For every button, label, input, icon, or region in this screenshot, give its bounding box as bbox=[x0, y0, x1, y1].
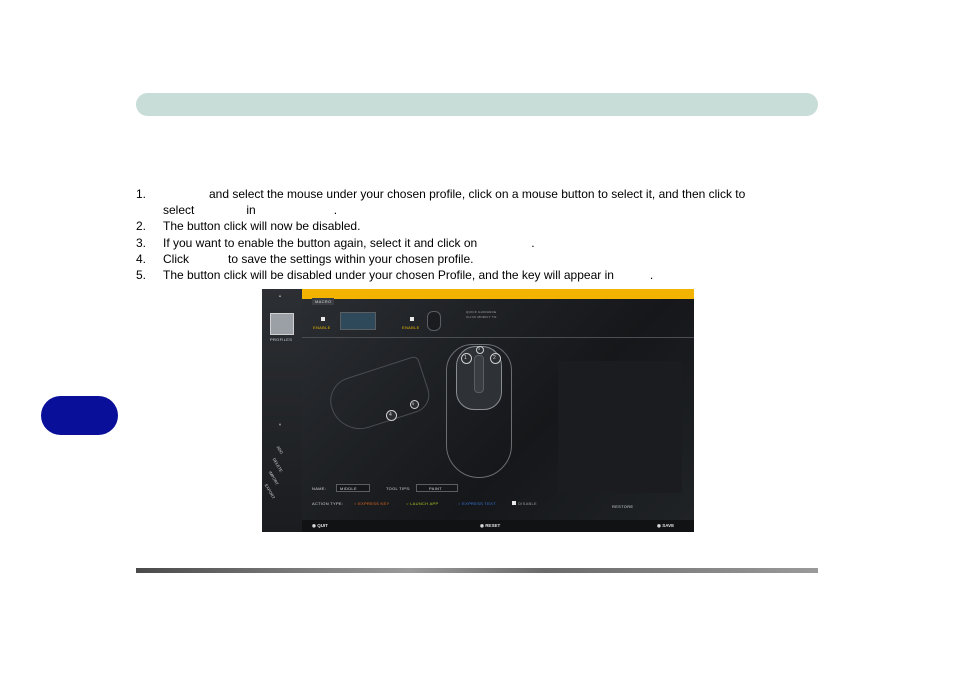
scroll-down-icon[interactable]: ▼ bbox=[278, 422, 282, 427]
footer-rule bbox=[136, 568, 818, 573]
scroll-up-icon[interactable]: ▲ bbox=[278, 293, 282, 298]
guide-text: CLICK MODIFY TO bbox=[466, 315, 497, 319]
mouse-button-5-number: 5 bbox=[412, 401, 415, 406]
mouse-button-1-number: 1 bbox=[464, 355, 468, 361]
save-button[interactable]: ◉ SAVE bbox=[657, 523, 674, 529]
keyboard-device-icon[interactable] bbox=[340, 312, 376, 330]
name-input[interactable]: MIDDLE bbox=[336, 484, 370, 492]
menu-add[interactable]: ADD bbox=[276, 445, 285, 455]
save-label: SAVE bbox=[662, 523, 675, 528]
mouse-button-2-number: 2 bbox=[493, 355, 497, 361]
step-3: 3. If you want to enable the button agai… bbox=[136, 235, 816, 251]
scroll-wheel[interactable] bbox=[474, 355, 484, 393]
action-express-text-label: EXPRESS TEXT bbox=[462, 501, 496, 506]
step-text: . bbox=[333, 203, 338, 218]
action-express-text-option[interactable]: ○ EXPRESS TEXT bbox=[458, 501, 496, 506]
main-panel: MACRO ENABLE ENABLE QUICK GUIDANCE CLICK… bbox=[302, 298, 694, 520]
mouse-button-3-number: 3 bbox=[478, 347, 481, 351]
tooltip-label: TOOL TIPS: bbox=[386, 486, 411, 491]
chapter-tab bbox=[41, 396, 118, 435]
action-launch-app-label: LAUNCH APP bbox=[410, 501, 439, 506]
step-5: 5. The button click will be disabled und… bbox=[136, 267, 816, 283]
profile-sidebar: ▲ PROFILES ▼ ADD DELETE IMPORT EXPORT bbox=[262, 289, 302, 532]
step-text: Click bbox=[163, 251, 189, 266]
step-text: to save the settings within your chosen … bbox=[228, 251, 474, 266]
action-preview-panel bbox=[558, 361, 682, 493]
step-text: The button click will be disabled under … bbox=[163, 268, 614, 283]
step-text: select bbox=[163, 203, 195, 218]
step-number: 3. bbox=[136, 235, 147, 250]
step-number: 2. bbox=[136, 219, 147, 234]
reset-label: RESET bbox=[485, 523, 501, 528]
mouse-button-4-number: 4 bbox=[389, 412, 393, 418]
quit-button[interactable]: ◉ QUIT bbox=[312, 523, 328, 529]
profile-avatar-icon[interactable] bbox=[270, 313, 294, 335]
name-value: MIDDLE bbox=[340, 486, 357, 491]
step-number: 5. bbox=[136, 268, 147, 283]
enable-checkbox-2[interactable] bbox=[410, 317, 414, 321]
tooltip-value: PAINT bbox=[429, 486, 442, 491]
step-text: in bbox=[246, 203, 256, 218]
step-2: 2. The button click will now be disabled… bbox=[136, 218, 816, 234]
mouse-side-illustration bbox=[324, 355, 434, 437]
enable-checkbox-1[interactable] bbox=[321, 317, 325, 321]
step-number: 4. bbox=[136, 251, 147, 266]
tab-macro[interactable]: MACRO bbox=[312, 298, 335, 305]
name-label: NAME: bbox=[312, 486, 327, 491]
quit-label: QUIT bbox=[317, 523, 328, 528]
tooltip-input[interactable]: PAINT bbox=[416, 484, 458, 492]
action-launch-app-option[interactable]: ○ LAUNCH APP bbox=[406, 501, 438, 506]
bottom-bar: ◉ QUIT ◉ RESET ◉ SAVE bbox=[302, 520, 694, 532]
action-type-label: ACTION TYPE: bbox=[312, 501, 344, 506]
disable-label: DISABLE bbox=[518, 501, 537, 506]
mouse-device-icon[interactable] bbox=[427, 311, 441, 331]
disable-checkbox[interactable] bbox=[512, 501, 516, 505]
action-express-key-label: EXPRESS KEY bbox=[358, 501, 390, 506]
step-text: . bbox=[649, 268, 654, 283]
divider bbox=[302, 337, 694, 338]
instruction-steps: 1. and select the mouse under your chose… bbox=[136, 186, 816, 283]
step-text: . bbox=[531, 235, 535, 250]
step-number: 1. bbox=[136, 187, 147, 201]
step-1: 1. and select the mouse under your chose… bbox=[136, 186, 816, 218]
menu-import[interactable]: IMPORT bbox=[268, 470, 280, 486]
enable-label-1: ENABLE bbox=[313, 325, 331, 330]
step-text: The button click will now be disabled. bbox=[163, 219, 361, 234]
menu-delete[interactable]: DELETE bbox=[272, 457, 284, 473]
restore-button[interactable]: RESTORE bbox=[612, 504, 633, 509]
quick-guide-label: QUICK GUIDANCE bbox=[466, 310, 497, 314]
step-text: and select the mouse under your chosen p… bbox=[209, 187, 746, 201]
action-express-key-option[interactable]: ○ EXPRESS KEY bbox=[354, 501, 389, 506]
reset-button[interactable]: ◉ RESET bbox=[480, 523, 500, 529]
step-text: If you want to enable the button again, … bbox=[163, 235, 478, 250]
step-4: 4. Click to save the settings within your… bbox=[136, 251, 816, 267]
mouse-settings-screenshot: ▲ PROFILES ▼ ADD DELETE IMPORT EXPORT MA… bbox=[262, 289, 694, 532]
header-bar bbox=[136, 93, 818, 116]
enable-label-2: ENABLE bbox=[402, 325, 420, 330]
profiles-label: PROFILES bbox=[270, 337, 293, 342]
